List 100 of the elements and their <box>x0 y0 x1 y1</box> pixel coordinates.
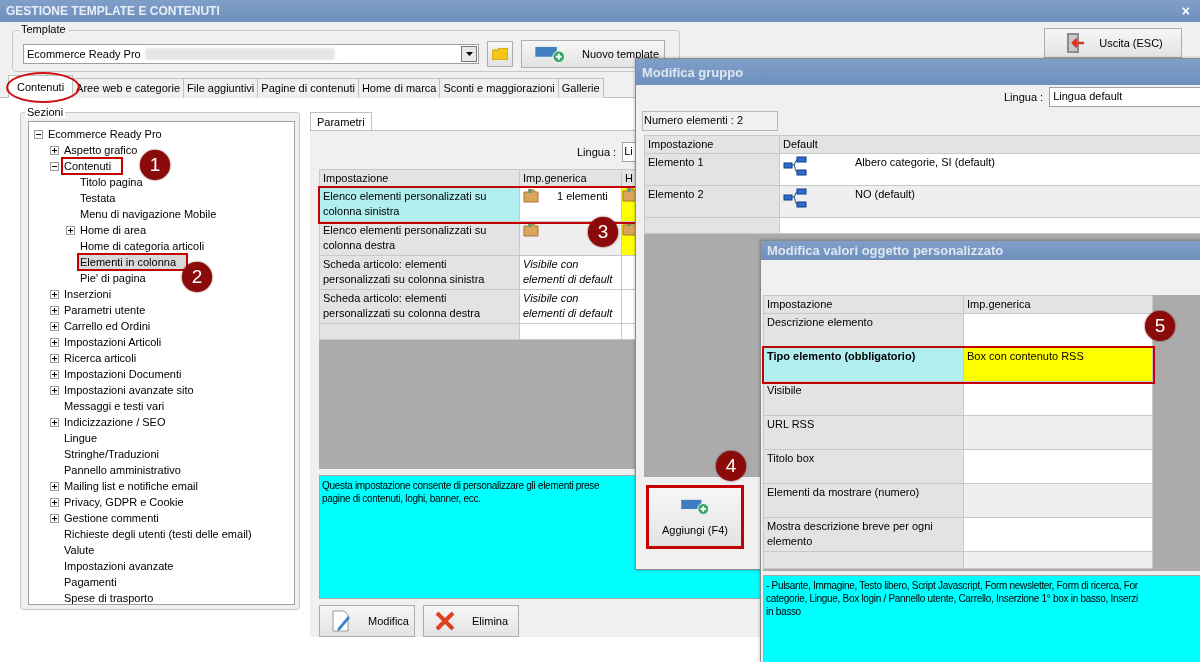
tree-item[interactable]: Impostazioni Documenti <box>63 367 183 381</box>
tree-item[interactable]: Home di area <box>79 223 148 237</box>
group-label: Sezioni <box>25 106 66 118</box>
column-header: Imp.generica <box>519 169 622 188</box>
language-field[interactable]: Lingua default <box>1049 87 1200 107</box>
tab[interactable]: File aggiuntivi <box>183 78 259 98</box>
tree-item[interactable]: Mailing list e notifiche email <box>63 479 199 493</box>
hierarchy-icon <box>783 155 807 177</box>
expand-icon[interactable] <box>50 321 59 331</box>
highlight-box[interactable]: Tipo elemento (obbligatorio) Box con contenuto RSS <box>763 347 1153 382</box>
folder-icon <box>523 189 539 203</box>
new-template-button[interactable]: Nuovo template <box>521 40 665 68</box>
tree-item[interactable]: Testata <box>79 191 117 205</box>
tab[interactable]: Pagine di contenuti <box>257 78 359 98</box>
table-cell: Scheda articolo: elementi personalizzati su colonna destra <box>319 289 520 324</box>
tree-item[interactable]: Parametri utente <box>63 303 147 317</box>
column-header: Impostazione <box>644 135 780 154</box>
expand-icon[interactable] <box>50 145 59 155</box>
cell-text: Box con contenuto RSS <box>967 350 1084 362</box>
tab[interactable]: Contenuti <box>8 75 74 98</box>
edit-button[interactable]: Modifica <box>319 605 415 637</box>
tree-item[interactable]: Richieste degli utenti (testi delle email) <box>63 527 253 541</box>
expand-icon[interactable] <box>50 385 59 395</box>
table-row[interactable]: Scheda articolo: elementi personalizzati su colonna sinistra Visibile con elementi di default <box>319 255 639 290</box>
tree-item[interactable]: Aspetto grafico <box>63 143 139 157</box>
language-field[interactable]: Li <box>622 142 637 162</box>
expand-icon[interactable] <box>50 353 59 363</box>
highlight-box[interactable]: Elenco elementi personalizzati su colonna sinistra 1 elementi <box>319 187 639 222</box>
tree-item[interactable]: Messaggi e testi vari <box>63 399 166 413</box>
tree-item[interactable]: Contenuti <box>63 159 122 173</box>
tree-item[interactable]: Pannello amministrativo <box>63 463 182 477</box>
table-cell: Mostra descrizione breve per ogni elemento <box>763 517 964 552</box>
tree-item[interactable]: Ecommerce Ready Pro <box>47 127 163 141</box>
tab[interactable]: Sconti e maggiorazioni <box>439 78 559 98</box>
add-icon <box>534 45 566 63</box>
table-row[interactable]: Descrizione elemento <box>763 313 1153 348</box>
table-cell: Scheda articolo: elementi personalizzati su colonna sinistra <box>319 255 520 290</box>
expand-icon[interactable] <box>50 369 59 379</box>
cell-text: 1 elementi <box>557 189 608 204</box>
column-header: Default <box>779 135 1200 154</box>
tree-item[interactable]: Lingue <box>63 431 99 445</box>
template-dropdown[interactable]: Ecommerce Ready Pro <box>23 44 479 64</box>
expand-icon[interactable] <box>50 513 59 523</box>
tree-item[interactable]: Stringhe/Traduzioni <box>63 447 160 461</box>
expand-icon[interactable] <box>50 337 59 347</box>
table-row[interactable]: Scheda articolo: elementi personalizzati su colonna destra Visibile con elementi di default <box>319 289 639 324</box>
table-row[interactable]: URL RSS <box>763 415 1153 450</box>
add-button[interactable]: Aggiungi (F4) <box>646 485 744 549</box>
table-row[interactable]: Titolo box <box>763 449 1153 484</box>
tree-item[interactable]: Impostazioni avanzate <box>63 559 175 573</box>
tab[interactable]: Home di marca <box>357 78 441 98</box>
tree-item[interactable]: Valute <box>63 543 96 557</box>
tree-item[interactable]: Impostazioni avanzate sito <box>63 383 195 397</box>
expand-icon[interactable] <box>50 417 59 427</box>
description-text: - Pulsante, Immagine, Testo libero, Script Javascript, Form newsletter, Form di ricerca, For categorie, Lingue, Box login / Pannello utente, Carrello, Inserzione 1° box in basso, Inserzi in basso <box>763 575 1200 662</box>
exit-button[interactable]: Uscita (ESC) <box>1044 28 1182 58</box>
column-header: Imp.generica <box>963 295 1153 314</box>
hierarchy-icon <box>783 187 807 209</box>
expand-icon[interactable] <box>50 497 59 507</box>
cell-text: NO (default) <box>855 187 915 202</box>
delete-button[interactable]: Elimina <box>423 605 519 637</box>
expand-icon[interactable] <box>50 305 59 315</box>
tree-item[interactable]: Carrello ed Ordini <box>63 319 152 333</box>
column-header: Impostazione <box>319 169 520 188</box>
expand-icon[interactable] <box>50 481 59 491</box>
table-cell: Tipo elemento (obbligatorio) <box>763 347 964 382</box>
collapse-icon[interactable] <box>50 161 59 171</box>
folder-icon <box>492 48 508 60</box>
table-cell: Elemento 1 <box>644 153 780 186</box>
dropdown-arrow-icon <box>465 52 473 56</box>
tree-item[interactable]: Pie' di pagina <box>79 271 147 285</box>
tree-item[interactable]: Pagamenti <box>63 575 118 589</box>
table-row[interactable]: Mostra descrizione breve per ogni elemento <box>763 517 1153 552</box>
tree-item[interactable]: Ricerca articoli <box>63 351 138 365</box>
edit-icon <box>330 610 352 632</box>
add-icon <box>680 497 710 515</box>
dialog-title: Modifica valori oggetto personalizzato <box>767 243 1004 258</box>
tree-item[interactable]: Impostazioni Articoli <box>63 335 163 349</box>
table-row[interactable]: Visibile <box>763 381 1153 416</box>
count-label: Numero elementi : 2 <box>642 111 778 131</box>
folder-icon <box>523 223 539 237</box>
table-cell: Titolo box <box>763 449 964 484</box>
cell-text: Albero categorie, SI (default) <box>855 155 996 170</box>
table-cell: URL RSS <box>763 415 964 450</box>
tree-item[interactable]: Spese di trasporto <box>63 591 155 605</box>
expand-icon[interactable] <box>66 225 75 235</box>
expand-icon[interactable] <box>50 289 59 299</box>
cross-icon <box>434 610 456 632</box>
tree-item[interactable]: Privacy, GDPR e Cookie <box>63 495 185 509</box>
table-cell: Elenco elementi personalizzati su colonna sinistra <box>319 187 520 222</box>
tree-item[interactable]: Inserzioni <box>63 287 113 301</box>
tree-item[interactable]: Indicizzazione / SEO <box>63 415 167 429</box>
tree-item[interactable]: Elementi in colonna <box>79 255 186 269</box>
tab[interactable]: Gallerie <box>557 78 604 98</box>
tree-item[interactable]: Home di categoria articoli <box>79 239 206 253</box>
table-row[interactable]: Elementi da mostrare (numero) <box>763 483 1153 518</box>
cell-text: Visibile con elementi di default <box>523 258 613 285</box>
collapse-icon[interactable] <box>34 129 43 139</box>
tree-item[interactable]: Menu di navigazione Mobile <box>79 207 218 221</box>
tree-item[interactable]: Gestione commenti <box>63 511 160 525</box>
